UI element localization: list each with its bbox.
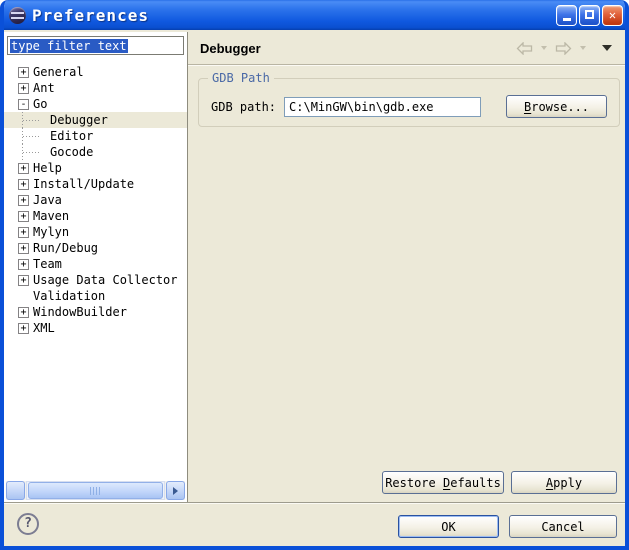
tree-item-windowbuilder[interactable]: + WindowBuilder [4,304,187,320]
scroll-right-button[interactable] [166,481,185,500]
gdb-path-group: GDB Path GDB path: Browse... [198,78,620,127]
tree-item-label: Ant [33,81,55,95]
tree-item-label: Install/Update [33,177,134,191]
minimize-icon [563,18,571,21]
tree-item-mylyn[interactable]: + Mylyn [4,224,187,240]
filter-input-text: type filter text [10,39,128,53]
tree-item-label: Usage Data Collector [33,273,178,287]
tree-item-validation[interactable]: Validation [4,288,187,304]
expand-icon[interactable]: + [18,323,29,334]
expand-icon[interactable]: + [18,179,29,190]
tree-item-label: WindowBuilder [33,305,127,319]
expand-icon[interactable]: + [18,83,29,94]
expand-icon[interactable]: + [18,211,29,222]
apply-button[interactable]: Apply [511,471,617,494]
tree-item-run-debug[interactable]: + Run/Debug [4,240,187,256]
expand-icon[interactable]: + [18,275,29,286]
header-divider [188,64,625,65]
tree-item-label: Maven [33,209,69,223]
scroll-left-button[interactable] [6,481,25,500]
tree-item-general[interactable]: + General [4,64,187,80]
window-title: Preferences [32,6,149,25]
collapse-icon[interactable]: - [18,99,29,110]
maximize-icon [585,10,594,19]
tree-item-label: Validation [33,289,105,303]
maximize-button[interactable] [579,5,600,26]
tree-connector [18,291,29,302]
tree-item-gocode[interactable]: Gocode [4,144,187,160]
tree-item-label: Gocode [50,145,93,159]
page-title: Debugger [200,41,261,56]
right-arrow-icon [173,487,178,495]
tree-connector [18,128,46,144]
expand-icon[interactable]: + [18,259,29,270]
tree-item-team[interactable]: + Team [4,256,187,272]
back-button[interactable] [516,42,533,55]
gdb-path-label: GDB path: [211,100,276,114]
tree-item-xml[interactable]: + XML [4,320,187,336]
tree-item-label: Mylyn [33,225,69,239]
horizontal-scrollbar[interactable] [6,481,185,500]
tree: + General + Ant-GoDebugger Editor Gocode + Help… [4,64,187,336]
filter-input[interactable]: type filter text [7,36,184,55]
minimize-button[interactable] [556,5,577,26]
expand-icon[interactable]: + [18,227,29,238]
tree-item-label: Go [33,97,47,111]
tree-item-java[interactable]: + Java [4,192,187,208]
expand-icon[interactable]: + [18,243,29,254]
tree-item-maven[interactable]: + Maven [4,208,187,224]
close-button[interactable]: ✕ [602,5,623,26]
tree-connector [18,144,46,160]
help-button[interactable]: ? [17,513,39,535]
forward-button[interactable] [555,42,572,55]
forward-history-dropdown-icon[interactable] [580,46,586,50]
preferences-sidebar: type filter text + General + Ant-GoDebugger… [4,32,188,502]
ok-button[interactable]: OK [398,515,499,538]
tree-item-debugger[interactable]: Debugger [4,112,187,128]
expand-icon[interactable]: + [18,195,29,206]
tree-item-label: Run/Debug [33,241,98,255]
tree-item-install-update[interactable]: + Install/Update [4,176,187,192]
back-history-dropdown-icon[interactable] [541,46,547,50]
tree-item-label: Debugger [50,113,108,127]
eclipse-logo-icon [9,7,26,24]
expand-icon[interactable]: + [18,163,29,174]
scrollbar-track[interactable] [26,481,165,500]
scrollbar-thumb[interactable] [28,482,163,499]
view-menu-icon[interactable] [602,45,612,51]
tree-connector [18,112,46,128]
gdb-path-input[interactable] [284,97,481,117]
scrollbar-grip-icon [90,487,101,495]
tree-item-usage-data-collector[interactable]: + Usage Data Collector [4,272,187,288]
debugger-settings-panel: Debugger GDB Path GDB path: [188,32,625,502]
tree-item-label: Java [33,193,62,207]
titlebar: Preferences ✕ [0,0,629,30]
tree-item-help[interactable]: + Help [4,160,187,176]
dialog-footer: ? OK Cancel [4,502,625,546]
restore-defaults-button[interactable]: Restore Defaults [382,471,504,494]
tree-item-label: Editor [50,129,93,143]
expand-icon[interactable]: + [18,67,29,78]
tree-item-editor[interactable]: Editor [4,128,187,144]
tree-item-go[interactable]: -Go [4,96,187,112]
cancel-button[interactable]: Cancel [509,515,617,538]
browse-button[interactable]: Browse... [506,95,607,118]
expand-icon[interactable]: + [18,307,29,318]
tree-item-label: General [33,65,84,79]
preferences-dialog: Preferences ✕ type filter text +General+… [0,0,629,550]
group-title: GDB Path [208,71,274,85]
tree-item-ant[interactable]: + Ant [4,80,187,96]
tree-item-label: Team [33,257,62,271]
tree-item-label: XML [33,321,55,335]
tree-item-label: Help [33,161,62,175]
